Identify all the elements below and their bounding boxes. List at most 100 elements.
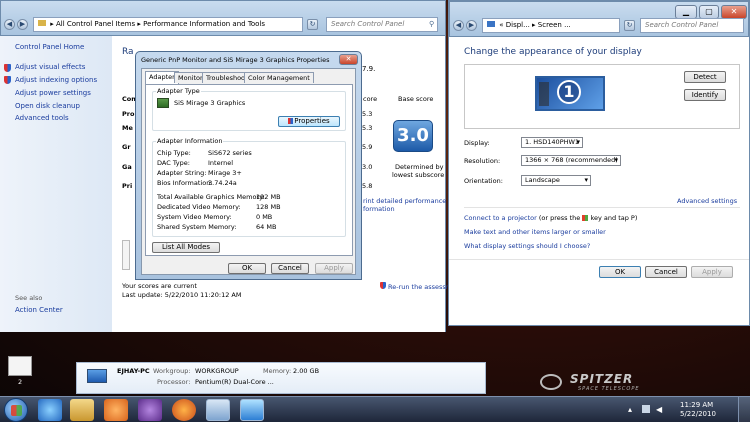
info-value: Internel [208,159,234,167]
search-input[interactable]: Search Control Panel [326,17,438,32]
information-link[interactable]: formation [363,205,395,213]
apply-button[interactable]: Apply [315,263,353,274]
sidebar-item-indexing[interactable]: Adjust indexing options [15,76,97,84]
minimize-button[interactable]: ▁ [675,5,697,19]
see-also-label: See also [15,294,43,302]
sidebar-home-link[interactable]: Control Panel Home [15,43,84,51]
display-select[interactable]: 1. HSD140PHW1 [521,137,583,148]
projector-link[interactable]: Connect to a projector [464,214,537,222]
advanced-settings-link[interactable]: Advanced settings [677,197,737,205]
orientation-label: Orientation: [464,177,503,185]
clock-date[interactable]: 5/22/2010 [680,410,716,418]
display-taskbar-icon[interactable] [240,399,264,421]
breadcrumb-display[interactable]: Displ... [506,21,530,29]
info-label: DAC Type: [157,159,190,167]
screen-resolution-titlebar: ▁ ▢ ✕ ◀ ▶ « Displ... ▸ Screen ... ↻ Sear… [449,1,749,37]
sidebar-item-advanced-tools[interactable]: Advanced tools [15,114,69,122]
subscore-header: core [363,95,378,103]
ok-button[interactable]: OK [228,263,266,274]
spitzer-logo-icon [540,374,562,390]
processor-row-partial: Pro [122,110,135,118]
media-player-icon[interactable] [104,399,128,421]
memory-value: 2.00 GB [293,367,320,375]
folder-icon [38,20,46,26]
show-desktop-button[interactable] [738,397,750,422]
gaming-row-partial: Ga [122,163,132,171]
memory-label: Shared System Memory: [157,223,237,231]
orientation-select[interactable]: Landscape [521,175,591,186]
display-settings-help-link[interactable]: What display settings should I choose? [464,242,590,250]
maximize-button[interactable]: ▢ [699,5,719,19]
monitor-preview-area: 1 Detect Identify [464,64,740,129]
memory-label: Memory: [263,367,292,375]
cancel-button[interactable]: Cancel [271,263,309,274]
tab-color-management[interactable]: Color Management [244,72,314,83]
identify-button[interactable]: Identify [684,89,726,101]
desktop-file-icon[interactable] [8,356,32,376]
breadcrumb-performance[interactable]: Performance Information and Tools [143,20,265,28]
computer-icon [87,369,107,383]
taskbar: ▴ ◀ 11:29 AM 5/22/2010 [0,396,750,422]
network-icon[interactable] [642,405,650,413]
close-button[interactable]: ✕ [339,54,358,65]
action-center-link[interactable]: Action Center [15,306,63,314]
score-text-partial: 7.9. [362,65,376,73]
control-panel-taskbar-icon[interactable] [206,399,230,421]
display-label: Display: [464,139,490,147]
search-input[interactable]: Search Control Panel [640,18,744,33]
memory-label: Total Available Graphics Memory: [157,193,265,201]
memory-value: 0 MB [256,213,273,221]
subscore-value: 5.3 [362,124,373,132]
subscore-value: 5.3 [362,110,373,118]
close-button[interactable]: ✕ [721,5,747,19]
apply-button[interactable]: Apply [691,266,733,278]
shield-icon [288,118,294,124]
windows-explorer-icon[interactable] [70,399,94,421]
rerun-assessment-link[interactable]: Re-run the assessme [388,283,456,291]
messenger-icon[interactable] [138,399,162,421]
forward-button[interactable]: ▶ [17,19,28,30]
properties-button-label: Properties [294,117,330,125]
ok-button[interactable]: OK [599,266,641,278]
adapter-type-label: Adapter Type [156,87,201,95]
internet-explorer-icon[interactable] [38,399,62,421]
graphics-row-partial: Gr [122,143,131,151]
adapter-name: SiS Mirage 3 Graphics [174,99,246,107]
shield-icon [380,282,386,289]
tray-arrow-icon[interactable]: ▴ [628,405,632,414]
text-size-link[interactable]: Make text and other items larger or smal… [464,228,606,236]
sidebar-item-visual-effects[interactable]: Adjust visual effects [15,63,85,71]
clock-time[interactable]: 11:29 AM [680,401,713,409]
detect-button[interactable]: Detect [684,71,726,83]
breadcrumb-all-items[interactable]: All Control Panel Items [56,20,135,28]
refresh-button[interactable]: ↻ [624,20,635,31]
breadcrumb-screen[interactable]: Screen ... [538,21,571,29]
back-button[interactable]: ◀ [453,20,464,31]
windows-logo-icon [11,405,22,416]
scores-current-label: Your scores are current [122,282,197,290]
divider [464,207,740,208]
print-details-link[interactable]: rint detailed performance an [363,197,456,205]
properties-button[interactable]: Properties [278,116,340,127]
memory-value: 64 MB [256,223,277,231]
list-all-modes-button[interactable]: List All Modes [152,242,220,253]
dialog-body: Adapter Monitor Troubleshoot Color Manag… [141,68,356,275]
refresh-button[interactable]: ↻ [307,19,318,30]
control-panel-titlebar: ◀ ▶ ▸ All Control Panel Items ▸ Performa… [0,0,446,36]
info-label: Bios Information: [157,179,213,187]
address-bar[interactable]: ▸ All Control Panel Items ▸ Performance … [33,17,303,32]
start-button[interactable] [4,398,28,422]
monitor-preview[interactable]: 1 [535,76,605,111]
volume-icon[interactable]: ◀ [656,405,662,414]
processor-label: Processor: [157,378,191,386]
firefox-icon[interactable] [172,399,196,421]
sidebar-item-disk-cleanup[interactable]: Open disk cleanup [15,102,80,110]
cancel-button[interactable]: Cancel [645,266,687,278]
memory-value: 192 MB [256,193,281,201]
resolution-select[interactable]: 1366 × 768 (recommended) [521,155,621,166]
forward-button[interactable]: ▶ [466,20,477,31]
address-bar[interactable]: « Displ... ▸ Screen ... [482,18,620,33]
back-button[interactable]: ◀ [4,19,15,30]
sidebar-item-power[interactable]: Adjust power settings [15,89,91,97]
memory-row-partial: Me [122,124,133,132]
